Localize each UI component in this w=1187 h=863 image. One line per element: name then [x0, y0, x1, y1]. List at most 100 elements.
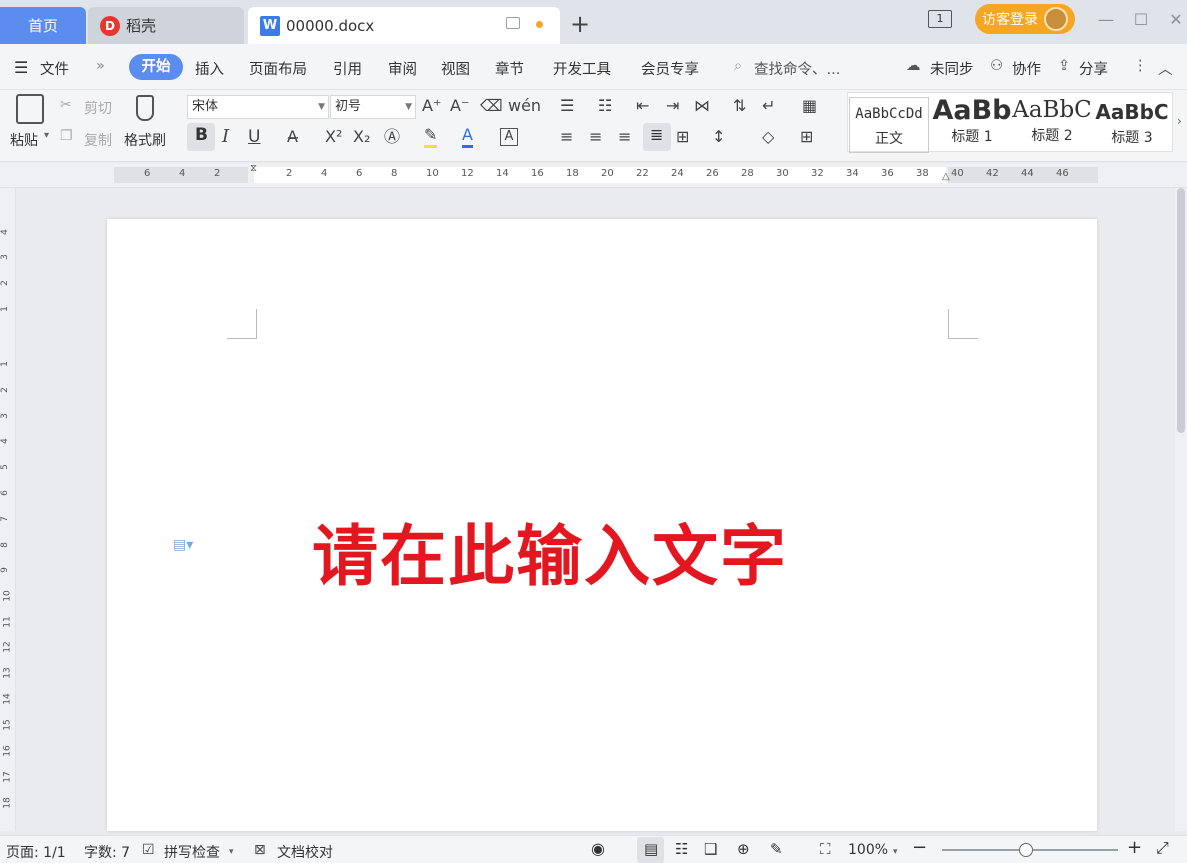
- share-button[interactable]: 分享: [1079, 58, 1108, 79]
- style-heading-2[interactable]: AaBbC 标题 2: [1012, 97, 1092, 153]
- zoom-slider-thumb[interactable]: [1019, 843, 1033, 857]
- italic-icon[interactable]: I: [222, 125, 229, 149]
- reading-view-icon[interactable]: ❑: [704, 840, 717, 858]
- minimize-icon[interactable]: —: [1096, 10, 1116, 30]
- monitor-icon[interactable]: [506, 17, 520, 29]
- vertical-scrollbar[interactable]: [1175, 188, 1187, 831]
- text-effect-icon[interactable]: Ⓐ: [384, 125, 400, 149]
- maximize-icon[interactable]: ☐: [1131, 10, 1151, 30]
- document-text[interactable]: 请在此输入文字: [312, 503, 788, 599]
- shading-icon[interactable]: ◇: [762, 125, 774, 149]
- more-icon[interactable]: ⋮: [1133, 58, 1148, 74]
- cut-icon[interactable]: ✂: [60, 97, 72, 113]
- proofread-button[interactable]: 文档校对: [277, 842, 333, 862]
- menu-member[interactable]: 会员专享: [641, 58, 699, 79]
- page-view-button[interactable]: ▤: [637, 837, 664, 863]
- fit-page-icon[interactable]: ⛶: [820, 840, 831, 858]
- phonetic-guide-icon[interactable]: wén: [508, 94, 541, 118]
- char-border-icon[interactable]: A: [500, 128, 518, 146]
- hamburger-icon[interactable]: ☰: [14, 58, 28, 77]
- menu-file[interactable]: 文件: [40, 58, 69, 79]
- zoom-level[interactable]: 100%: [848, 842, 888, 858]
- collab-button[interactable]: 协作: [1012, 58, 1041, 79]
- style-normal[interactable]: AaBbCcDd 正文: [849, 97, 929, 153]
- fullscreen-icon[interactable]: ⤢: [1156, 838, 1169, 858]
- strikethrough-icon[interactable]: A̶: [287, 125, 298, 149]
- superscript-icon[interactable]: X²: [325, 125, 342, 149]
- indent-marker-icon[interactable]: ⧖: [250, 163, 257, 174]
- underline-icon[interactable]: U: [248, 125, 260, 149]
- window-count-icon[interactable]: 1: [928, 10, 952, 28]
- sort-icon[interactable]: ⇅: [733, 94, 746, 118]
- font-name-select[interactable]: 宋体 ▼: [187, 95, 329, 119]
- show-marks-icon[interactable]: ↵: [762, 94, 775, 118]
- menu-developer[interactable]: 开发工具: [553, 58, 611, 79]
- font-color-icon[interactable]: A: [462, 125, 473, 148]
- right-indent-marker-icon[interactable]: △: [942, 171, 950, 182]
- zoom-dropdown-icon[interactable]: ▾: [893, 847, 898, 857]
- decrease-font-icon[interactable]: A⁻: [450, 94, 469, 118]
- subscript-icon[interactable]: X₂: [353, 125, 370, 149]
- format-painter-icon[interactable]: [136, 95, 154, 121]
- tab-home[interactable]: 首页: [0, 7, 86, 44]
- vertical-ruler[interactable]: 4 3 2 1 1 2 3 4 5 6 7 8 9 10 11 12 13 14 15 16 17 18: [0, 188, 16, 831]
- decrease-indent-icon[interactable]: ⇤: [636, 94, 649, 118]
- menu-view[interactable]: 视图: [441, 58, 470, 79]
- new-tab-button[interactable]: +: [570, 10, 590, 38]
- tab-document[interactable]: W 00000.docx: [248, 7, 560, 44]
- align-right-icon[interactable]: ≡: [618, 125, 631, 149]
- justify-button[interactable]: ≣: [643, 123, 671, 151]
- web-view-icon[interactable]: ⊕: [737, 840, 750, 858]
- font-size-select[interactable]: 初号 ▼: [330, 95, 416, 119]
- page-count[interactable]: 页面: 1/1: [6, 842, 66, 862]
- paste-icon[interactable]: [16, 94, 44, 124]
- horizontal-ruler[interactable]: ⧖ △ 6 4 2 2 4 6 8 10 12 14 16 18 20 22 24 26 28 30 32 34 36 3…: [0, 163, 1187, 188]
- search-icon[interactable]: ⌕: [734, 58, 742, 74]
- write-mode-icon[interactable]: ✎: [770, 840, 783, 858]
- align-left-icon[interactable]: ≡: [560, 125, 573, 149]
- bold-button[interactable]: B: [187, 123, 215, 151]
- expand-chevron-icon[interactable]: »: [96, 58, 105, 74]
- style-heading-1[interactable]: AaBb 标题 1: [932, 97, 1012, 153]
- copy-button[interactable]: 复制: [84, 130, 112, 150]
- table-tabs-icon[interactable]: ▦: [802, 94, 817, 118]
- outline-view-icon[interactable]: ☷: [675, 840, 688, 858]
- unsync-button[interactable]: 未同步: [930, 58, 974, 79]
- style-heading-3[interactable]: AaBbC 标题 3: [1092, 97, 1172, 153]
- collapse-ribbon-icon[interactable]: ︿: [1158, 58, 1173, 79]
- menu-chapter[interactable]: 章节: [495, 58, 524, 79]
- zoom-in-icon[interactable]: +: [1127, 837, 1142, 858]
- bullet-list-icon[interactable]: ☰: [560, 94, 574, 118]
- word-count[interactable]: 字数: 7: [84, 842, 130, 862]
- format-painter-button[interactable]: 格式刷: [124, 130, 166, 150]
- cut-button[interactable]: 剪切: [84, 98, 112, 118]
- copy-icon[interactable]: ❐: [60, 128, 73, 144]
- increase-font-icon[interactable]: A⁺: [422, 94, 441, 118]
- tab-daoke[interactable]: D 稻壳: [88, 7, 244, 44]
- distributed-align-icon[interactable]: ⊞: [676, 125, 689, 149]
- menu-home[interactable]: 开始: [129, 54, 183, 80]
- login-button[interactable]: 访客登录: [975, 4, 1075, 34]
- search-command[interactable]: 查找命令、...: [754, 58, 840, 79]
- zoom-out-icon[interactable]: −: [912, 837, 927, 858]
- menu-insert[interactable]: 插入: [195, 58, 224, 79]
- align-center-icon[interactable]: ≡: [589, 125, 602, 149]
- clear-format-icon[interactable]: ⌫: [480, 94, 503, 118]
- menu-review[interactable]: 审阅: [388, 58, 417, 79]
- spellcheck-button[interactable]: 拼写检查: [164, 842, 220, 862]
- spellcheck-dropdown-icon[interactable]: ▾: [229, 847, 234, 857]
- styles-more-icon[interactable]: ›: [1177, 114, 1182, 128]
- paste-dropdown-icon[interactable]: ▾: [44, 130, 49, 141]
- menu-page-layout[interactable]: 页面布局: [249, 58, 307, 79]
- increase-indent-icon[interactable]: ⇥: [666, 94, 679, 118]
- paste-button[interactable]: 粘贴: [10, 130, 38, 150]
- eye-protection-icon[interactable]: ◉: [591, 839, 605, 858]
- menu-references[interactable]: 引用: [333, 58, 362, 79]
- line-spacing-icon[interactable]: ↕: [712, 125, 725, 149]
- numbered-list-icon[interactable]: ☷: [598, 94, 612, 118]
- paragraph-handle-icon[interactable]: ▤▾: [173, 537, 193, 553]
- chinese-layout-icon[interactable]: ⋈: [694, 94, 710, 118]
- border-icon[interactable]: ⊞: [800, 125, 813, 149]
- scrollbar-thumb[interactable]: [1177, 188, 1185, 433]
- close-icon[interactable]: ✕: [1166, 10, 1186, 30]
